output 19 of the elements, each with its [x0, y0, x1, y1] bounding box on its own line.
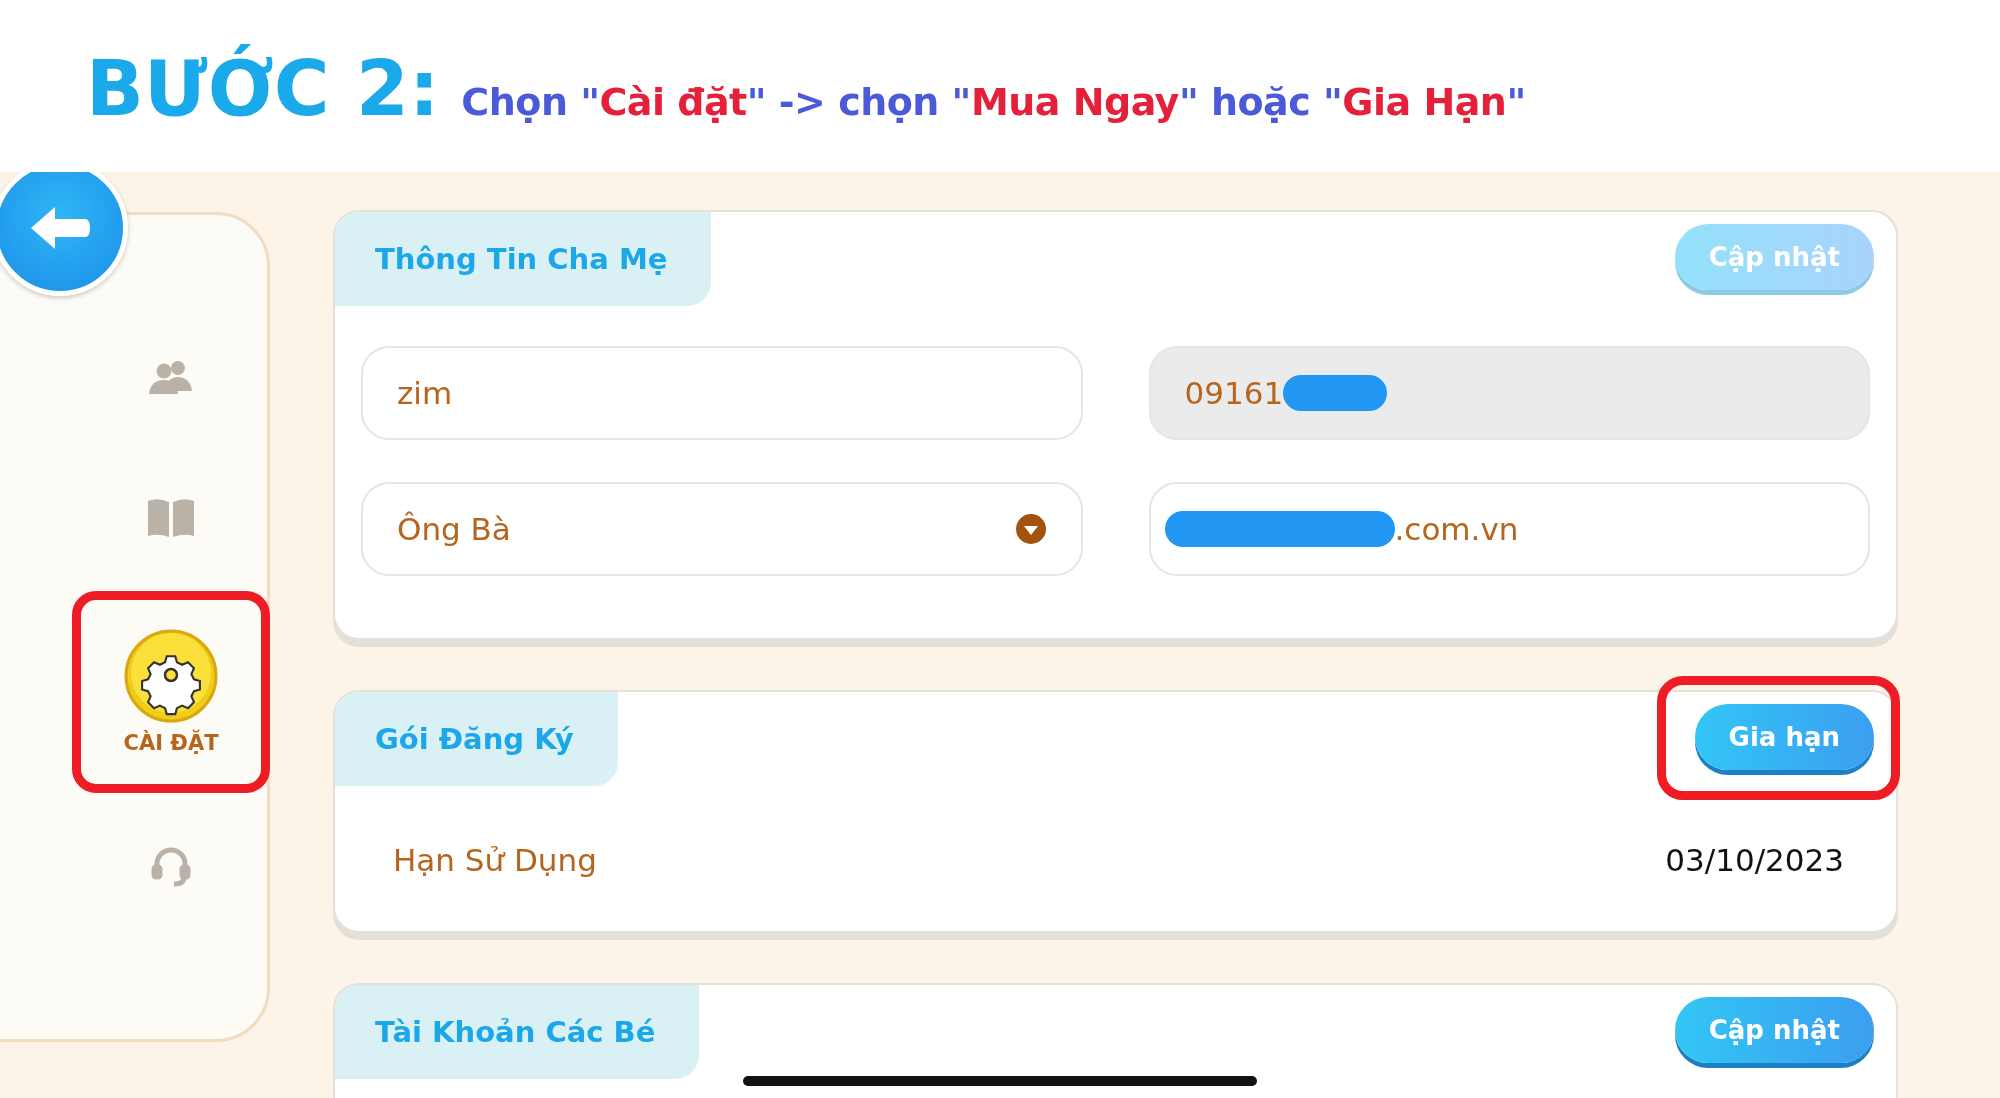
headset-icon: [151, 846, 191, 888]
nav-label: CÀI ĐẶT: [123, 731, 219, 755]
select-field[interactable]: Ông Bà: [361, 482, 1083, 576]
input-field[interactable]: zim: [361, 346, 1083, 440]
book-icon: [148, 497, 194, 537]
step-title: BƯỚC 2:: [86, 44, 440, 133]
instruction-text: Chọn "Cài đặt" -> chọn "Mua Ngay" hoặc "Gia Hạn": [461, 80, 1526, 124]
nav-item[interactable]: CÀI ĐẶT: [81, 607, 261, 777]
row-value: 03/10/2023: [1665, 842, 1844, 878]
card-title: Thông Tin Cha Mẹ: [335, 212, 712, 306]
card-title: Gói Đăng Ký: [335, 692, 618, 786]
back-arrow-icon: [29, 205, 91, 251]
people-icon: [149, 359, 193, 395]
input-field[interactable]: .com.vn: [1148, 482, 1870, 576]
card-title: Tài Khoản Các Bé: [335, 985, 700, 1079]
row-label: Hạn Sử Dụng: [393, 842, 597, 878]
gear-icon: [124, 629, 218, 723]
back-button[interactable]: [0, 172, 128, 296]
dropdown-caret-icon: [1014, 513, 1047, 545]
